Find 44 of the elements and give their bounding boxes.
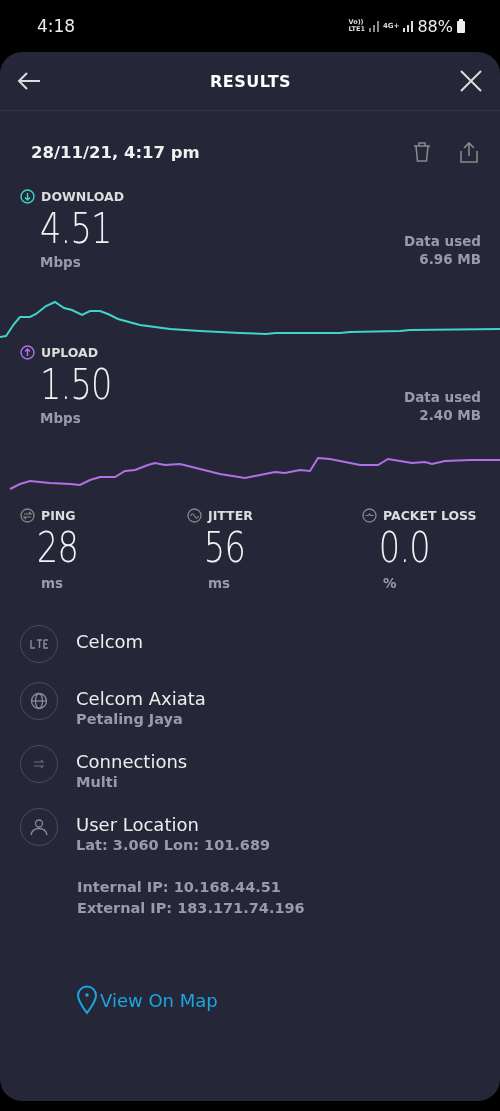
- metric-value: 56: [202, 523, 246, 573]
- packet-loss-icon: [362, 508, 377, 523]
- detail-subtitle: Petaling Jaya: [76, 711, 184, 727]
- detail-title: Connections: [76, 751, 188, 772]
- wave-icon: [187, 508, 202, 523]
- signal-icon: [403, 20, 414, 32]
- external-ip: External IP: 183.171.74.196: [77, 899, 306, 918]
- detail-subtitle: Multi: [76, 774, 119, 790]
- detail-subtitle: Lat: 3.060 Lon: 101.689: [76, 837, 271, 853]
- metric-value: 28: [35, 523, 79, 573]
- back-button[interactable]: [17, 71, 41, 91]
- internal-ip: Internal IP: 10.168.44.51: [77, 878, 282, 897]
- speed-unit: Mbps: [40, 410, 82, 426]
- signal-icon: [368, 20, 379, 32]
- data-used-label: Data used: [403, 232, 481, 250]
- battery-icon: [457, 19, 465, 33]
- ping-icon: [20, 508, 35, 523]
- location-pin-icon: [76, 985, 98, 1015]
- detail-title: Celcom Axiata: [76, 688, 206, 709]
- data-used-value: 6.96 MB: [419, 250, 481, 268]
- metric-label: PING: [41, 508, 76, 523]
- metric-unit: %: [382, 575, 398, 591]
- speed-value: 4.51: [40, 204, 112, 254]
- screen-title: RESULTS: [209, 71, 292, 91]
- view-on-map-link[interactable]: View On Map: [76, 985, 218, 1015]
- battery-percent: 88%: [417, 16, 453, 36]
- detail-title: Celcom: [76, 631, 144, 652]
- speed-label: UPLOAD: [41, 345, 99, 360]
- metric-value: 0.0: [377, 523, 431, 573]
- metric-unit: ms: [207, 575, 232, 591]
- speed-label: DOWNLOAD: [41, 189, 125, 204]
- speed-value: 1.50: [40, 360, 112, 410]
- status-time: 4:18: [37, 16, 76, 36]
- test-date: 28/11/21, 4:17 pm: [31, 142, 200, 162]
- share-button[interactable]: [458, 141, 480, 163]
- detail-title: User Location: [76, 814, 200, 835]
- data-used-value: 2.40 MB: [419, 406, 481, 424]
- speed-unit: Mbps: [40, 254, 82, 270]
- metric-label: JITTER: [208, 508, 253, 523]
- metric-label: PACKET LOSS: [383, 508, 477, 523]
- close-button[interactable]: [460, 70, 482, 92]
- trash-button[interactable]: [412, 141, 432, 163]
- metric-unit: ms: [40, 575, 65, 591]
- data-used-label: Data used: [403, 388, 481, 406]
